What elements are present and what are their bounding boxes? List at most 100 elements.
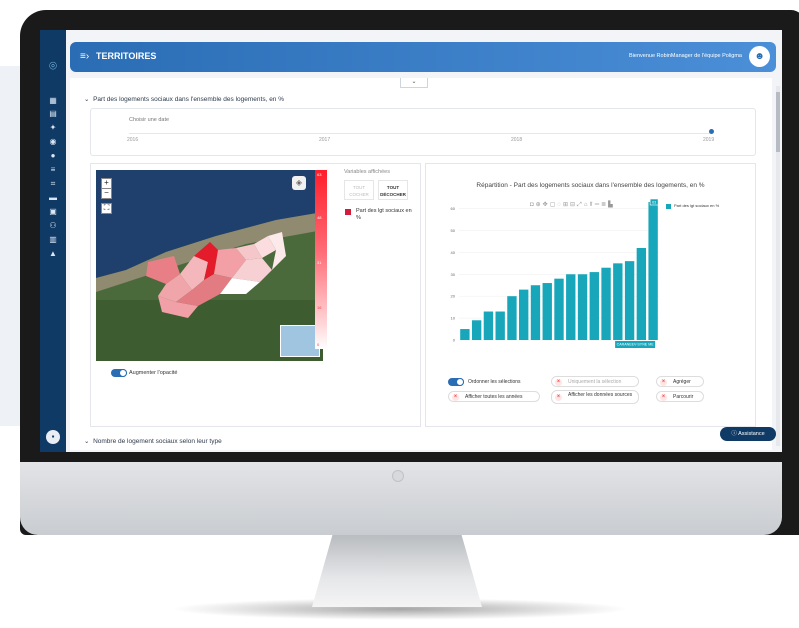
compass-icon[interactable]: ◉ <box>48 137 58 146</box>
scrollbar-thumb[interactable] <box>776 92 780 152</box>
scale-label: 0 <box>317 342 320 347</box>
y-tick-label: 30 <box>451 272 456 277</box>
chevron-down-icon: ⌄ <box>84 438 90 445</box>
only-selection-button[interactable]: × Uniquement la sélection <box>551 376 639 387</box>
main-content: ⌄ ⌄ Part des logements sociaux dans l'en… <box>70 78 772 450</box>
bar[interactable] <box>613 263 623 340</box>
bar[interactable] <box>648 202 658 340</box>
section-title: Part des logements sociaux dans l'ensemb… <box>93 96 285 103</box>
bar[interactable] <box>495 311 505 340</box>
users-icon[interactable]: ⚇ <box>48 221 58 230</box>
show-source-data-button[interactable]: × Afficher les données sources <box>551 390 639 404</box>
order-selection-toggle[interactable] <box>448 378 464 386</box>
minimap[interactable] <box>280 325 320 357</box>
page-title: TERRITOIRES <box>96 51 157 61</box>
scale-label: 16 <box>317 305 322 310</box>
assistance-button[interactable]: ⓘ Assistance <box>720 427 776 441</box>
document-icon[interactable]: ▣ <box>48 207 58 216</box>
choropleth-map[interactable]: + − ⛶ ◈ <box>96 170 323 361</box>
timeline-year[interactable]: 2016 <box>127 137 138 143</box>
variable-checkbox[interactable] <box>345 209 351 215</box>
bar[interactable] <box>471 320 482 340</box>
aggregate-button[interactable]: × Agréger <box>656 376 704 387</box>
show-source-data-label: Afficher les données sources <box>568 392 633 398</box>
fullscreen-icon[interactable]: ⛶ <box>101 203 112 214</box>
close-icon: × <box>452 394 459 401</box>
close-icon: × <box>555 379 562 386</box>
bar[interactable] <box>483 311 494 340</box>
collapse-header-button[interactable]: ⌄ <box>400 78 428 88</box>
y-tick-label: 0 <box>453 338 456 343</box>
opacity-toggle[interactable] <box>111 369 127 377</box>
map-panel: + − ⛶ ◈ 63 48 31 16 0 Variables affichée… <box>90 163 421 427</box>
crop-icon[interactable]: ⌗ <box>48 179 58 188</box>
app-screen: ⌾ ▦ ▤ ✦ ◉ ● ≡ ⌗ ▬ ▣ ⚇ ▥ ▲ ▪ ≡› TERRITOIR… <box>40 30 782 452</box>
timeline-year[interactable]: 2019 <box>703 137 714 143</box>
help-icon: ⓘ <box>731 431 737 437</box>
timeline-track[interactable] <box>129 133 713 134</box>
monitor-logo <box>392 470 404 482</box>
show-all-years-button[interactable]: × Afficher toutes les années <box>448 391 540 402</box>
bar[interactable] <box>589 272 599 340</box>
bar[interactable] <box>601 267 611 340</box>
timeline-year[interactable]: 2017 <box>319 137 330 143</box>
section-header-share[interactable]: ⌄ Part des logements sociaux dans l'ense… <box>84 95 284 103</box>
report-icon[interactable]: ▥ <box>48 235 58 244</box>
profile-icon[interactable]: ▲ <box>48 249 58 258</box>
bar[interactable] <box>577 274 588 340</box>
select-all-button[interactable]: TOUT COCHER <box>344 180 374 200</box>
bar[interactable] <box>530 285 541 340</box>
close-icon: × <box>660 394 667 401</box>
bar[interactable] <box>636 248 647 340</box>
user-avatar-icon[interactable]: ☻ <box>749 46 770 67</box>
deselect-all-button[interactable]: TOUT DÉCOCHER <box>378 180 408 200</box>
y-tick-label: 40 <box>451 250 456 255</box>
browse-button[interactable]: × Parcourir <box>656 391 704 402</box>
y-tick-label: 50 <box>451 228 456 233</box>
chat-icon[interactable]: ▬ <box>48 193 58 202</box>
close-icon: × <box>555 394 562 401</box>
list-icon[interactable]: ≡ <box>48 165 58 174</box>
scale-label: 48 <box>317 215 322 220</box>
menu-toggle-icon[interactable]: ≡› <box>80 51 89 62</box>
timeline-label: Choisir une date <box>129 117 170 123</box>
order-selection-label: Ordonner les sélections <box>468 379 521 385</box>
bar[interactable] <box>519 289 529 340</box>
scale-label: 63 <box>317 172 322 177</box>
bar[interactable] <box>460 329 470 340</box>
date-timeline: Choisir une date 2016 2017 2018 2019 <box>90 108 756 156</box>
table-icon[interactable]: ▤ <box>48 109 58 118</box>
chart-panel: Répartition - Part des logements sociaux… <box>425 163 756 427</box>
y-tick-label: 10 <box>451 316 456 321</box>
section-title: Nombre de logement sociaux selon leur ty… <box>93 438 222 445</box>
bar[interactable] <box>554 278 564 340</box>
tooltip-category: CARANEEV-SYNE ME <box>617 343 655 347</box>
bar[interactable] <box>566 274 576 340</box>
support-chat-icon[interactable]: ▪ <box>46 430 60 444</box>
zoom-out-button[interactable]: − <box>101 188 112 199</box>
color-scale-legend: 63 48 31 16 0 <box>315 170 327 349</box>
show-all-years-label: Afficher toutes les années <box>465 394 523 400</box>
top-bar: ≡› TERRITOIRES Bienvenue RobinManager de… <box>70 42 776 72</box>
pin-icon[interactable]: ✦ <box>48 123 58 132</box>
y-tick-label: 60 <box>451 206 456 211</box>
layers-icon[interactable]: ◈ <box>292 176 306 190</box>
timeline-selected-marker[interactable] <box>709 129 714 134</box>
browse-label: Parcourir <box>673 394 694 400</box>
aggregate-label: Agréger <box>673 379 691 385</box>
bar[interactable] <box>624 261 635 340</box>
close-icon: × <box>660 379 667 386</box>
bar[interactable] <box>507 296 517 340</box>
timeline-year[interactable]: 2018 <box>511 137 522 143</box>
dashboard-icon[interactable]: ▦ <box>48 96 58 105</box>
variables-title: Variables affichées <box>344 169 390 175</box>
globe-icon[interactable]: ● <box>48 151 58 160</box>
scale-label: 31 <box>317 260 322 265</box>
variable-label: Part des lgt sociaux en % <box>356 208 412 221</box>
monitor-stand <box>312 535 482 607</box>
y-tick-label: 20 <box>451 294 456 299</box>
section-header-types[interactable]: ⌄ Nombre de logement sociaux selon leur … <box>84 437 222 445</box>
bar[interactable] <box>542 283 552 340</box>
opacity-label: Augmenter l'opacité <box>129 370 178 376</box>
app-logo-icon[interactable]: ⌾ <box>45 58 61 74</box>
